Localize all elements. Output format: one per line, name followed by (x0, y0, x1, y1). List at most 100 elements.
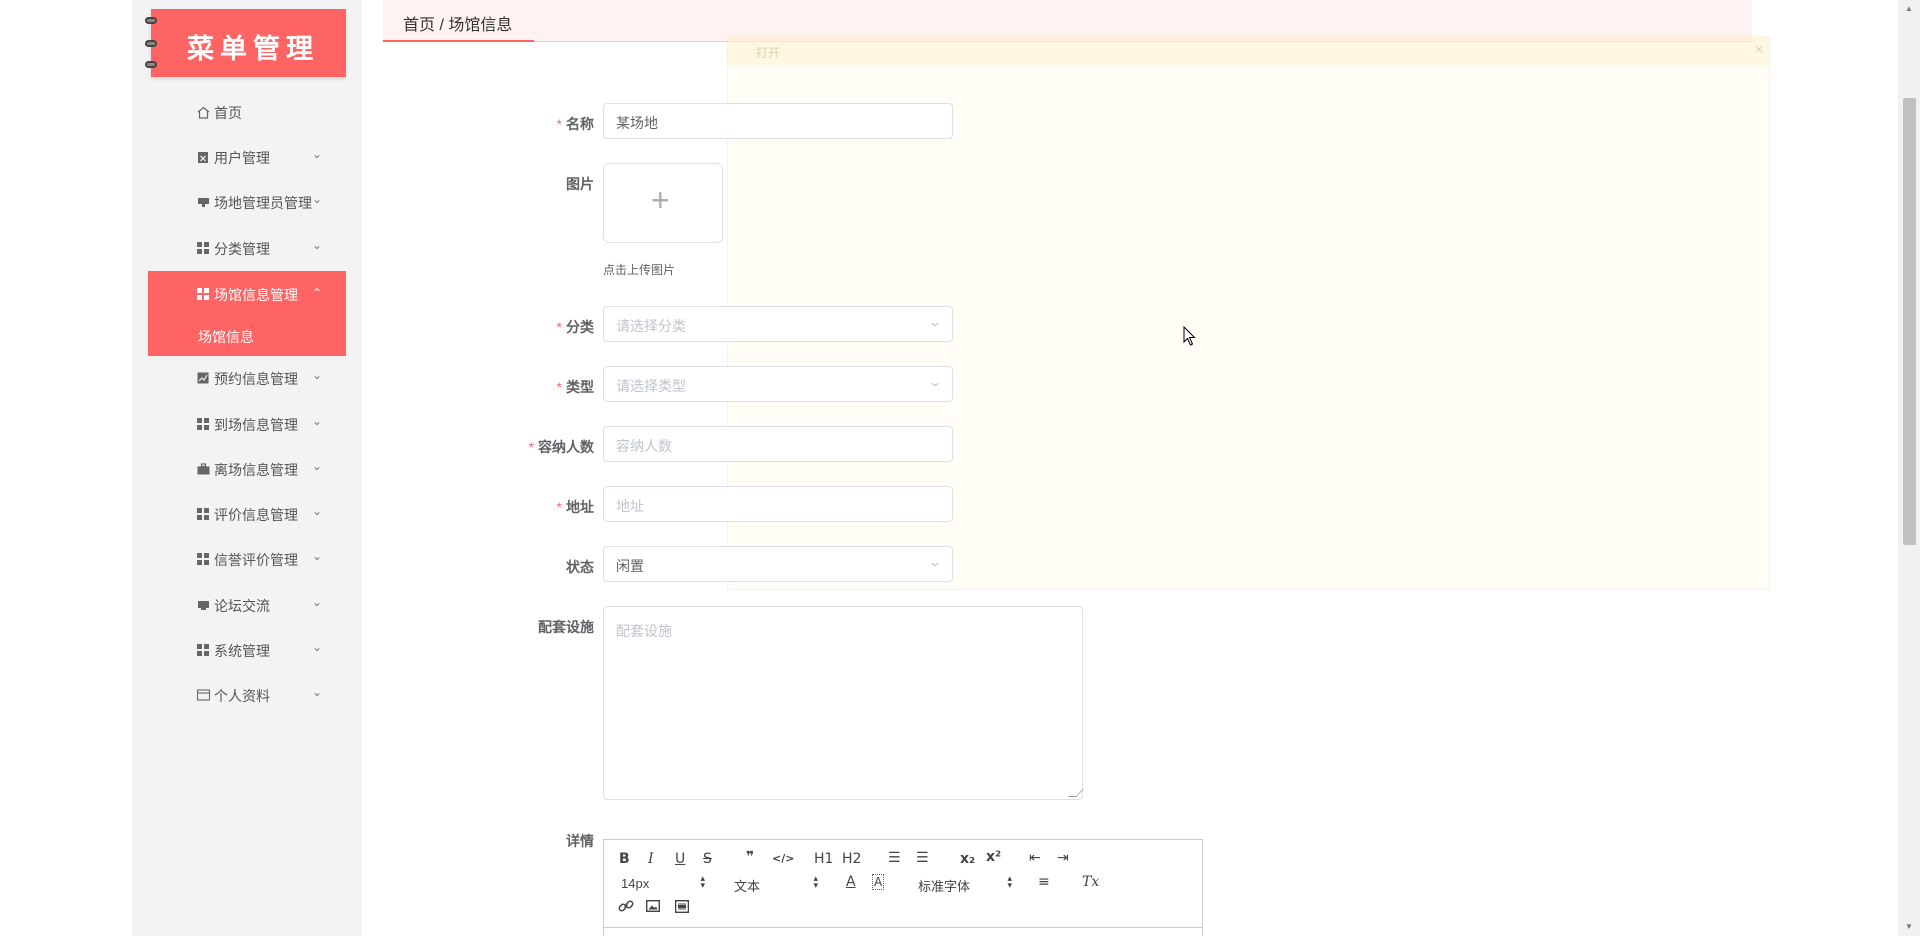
sidebar-item-venue-info[interactable]: 场馆信息管理 ⌃ (148, 271, 346, 317)
user-doc-icon (196, 150, 210, 164)
font-color-button[interactable]: A (846, 874, 856, 890)
image-upload-button[interactable]: + (603, 163, 723, 243)
type-select[interactable]: 请选择类型 ⌄ (603, 366, 953, 402)
bullet-list-button[interactable]: ☰ (916, 850, 929, 866)
home-icon (196, 105, 210, 119)
chart-icon (196, 371, 210, 385)
facilities-textarea-placeholder: 配套设施 (616, 623, 672, 639)
status-select-value: 闲置 (616, 558, 644, 574)
italic-button[interactable]: I (648, 851, 654, 867)
sidebar-item-profile[interactable]: 个人资料 ⌄ (148, 675, 346, 715)
status-select[interactable]: 闲置 ⌄ (603, 546, 953, 582)
sidebar-item-label: 评价信息管理 (214, 507, 298, 523)
facilities-textarea[interactable]: 配套设施 (603, 606, 1084, 800)
sidebar-item-reviews[interactable]: 评价信息管理 ⌄ (148, 494, 346, 534)
image-label-text: 图片 (566, 176, 594, 192)
chevron-down-icon: ⌄ (312, 459, 323, 473)
sidebar-item-departures[interactable]: 离场信息管理 ⌄ (148, 449, 346, 489)
sidebar-item-label: 到场信息管理 (214, 417, 298, 433)
binder-ring-icon (145, 17, 157, 24)
clear-format-button[interactable]: Tx (1082, 874, 1099, 890)
left-gutter (0, 0, 132, 936)
chevron-down-icon: ⌄ (927, 315, 943, 329)
required-mark: * (556, 116, 562, 132)
sidebar-item-forum[interactable]: 论坛交流 ⌄ (148, 585, 346, 625)
address-label: * 地址 (394, 497, 594, 517)
subscript-button[interactable]: x₂ (960, 851, 975, 867)
scroll-up-arrow-icon[interactable]: ▲ (1905, 4, 1913, 13)
sidebar-item-label: 用户管理 (214, 150, 270, 166)
chevron-down-icon: ⌄ (312, 368, 323, 382)
font-family-select[interactable]: 标准字体 ▴ ▾ (918, 874, 1012, 895)
category-select[interactable]: 请选择分类 ⌄ (603, 306, 953, 342)
background-color-button[interactable]: A (872, 874, 885, 890)
sidebar-item-reservations[interactable]: 预约信息管理 ⌄ (148, 358, 346, 398)
chevron-down-icon: ⌄ (927, 375, 943, 389)
capacity-input-placeholder: 容纳人数 (616, 438, 672, 454)
sidebar-subitem-venue-info[interactable]: 场馆信息 (148, 316, 346, 356)
h1-button[interactable]: H1 (814, 851, 833, 867)
superscript-button[interactable]: x² (986, 849, 1001, 865)
code-block-button[interactable]: </> (772, 852, 794, 865)
editor-toolbar: B I U S ❞ </> H1 H2 ☰ ☰ x₂ x² ⇤ ⇥ 14px ▴… (604, 840, 1202, 928)
required-mark: * (556, 379, 562, 395)
font-size-value: 14px (621, 876, 650, 891)
address-label-text: 地址 (566, 499, 594, 515)
sidebar-item-arrivals[interactable]: 到场信息管理 ⌄ (148, 404, 346, 444)
blockquote-button[interactable]: ❞ (746, 849, 754, 865)
binder-ring-icon (145, 40, 157, 47)
required-mark: * (528, 439, 534, 455)
chevron-down-icon: ⌄ (312, 192, 323, 206)
rich-text-editor[interactable]: B I U S ❞ </> H1 H2 ☰ ☰ x₂ x² ⇤ ⇥ 14px ▴… (603, 839, 1203, 936)
sidebar-item-label: 场馆信息管理 (214, 287, 298, 303)
underline-button[interactable]: U (675, 851, 685, 867)
mouse-cursor-icon (1183, 326, 1196, 346)
grid-icon (196, 241, 210, 255)
paragraph-format-select[interactable]: 文本 ▴ ▾ (734, 874, 818, 895)
font-size-select[interactable]: 14px ▴ ▾ (621, 874, 705, 892)
bold-button[interactable]: B (619, 851, 630, 867)
sidebar-item-credit-ratings[interactable]: 信誉评价管理 ⌄ (148, 539, 346, 579)
sidebar-item-home[interactable]: 首页 (148, 92, 346, 132)
facilities-label: 配套设施 (394, 617, 594, 637)
chevron-up-icon: ⌃ (312, 286, 323, 300)
category-label-text: 分类 (566, 319, 594, 335)
status-label: 状态 (394, 557, 594, 577)
sidebar-item-venue-admins[interactable]: 场地管理员管理 ⌄ (148, 182, 346, 222)
name-input[interactable]: 某场地 (603, 103, 953, 139)
chevron-down-icon: ⌄ (312, 685, 323, 699)
grid-icon (196, 552, 210, 566)
required-mark: * (556, 499, 562, 515)
capacity-label: * 容纳人数 (394, 437, 594, 457)
monitor-icon (196, 598, 210, 612)
scrollbar-thumb[interactable] (1903, 98, 1916, 545)
chevron-down-icon: ⌄ (312, 414, 323, 428)
indent-button[interactable]: ⇥ (1057, 850, 1069, 866)
link-icon[interactable] (618, 899, 634, 917)
facilities-label-text: 配套设施 (538, 619, 594, 635)
outdent-button[interactable]: ⇤ (1029, 850, 1041, 866)
upload-tip: 点击上传图片 (603, 263, 676, 277)
sidebar-item-label: 个人资料 (214, 688, 270, 704)
details-label-text: 详情 (566, 833, 594, 849)
chevron-down-icon: ⌄ (312, 238, 323, 252)
font-family-value: 标准字体 (918, 879, 971, 894)
sidebar-item-system[interactable]: 系统管理 ⌄ (148, 630, 346, 670)
status-label-text: 状态 (566, 559, 594, 575)
sidebar-item-label: 分类管理 (214, 241, 270, 257)
address-input[interactable]: 地址 (603, 486, 953, 522)
sidebar-item-users[interactable]: 用户管理 ⌄ (148, 137, 346, 177)
align-button[interactable]: ≡ (1038, 874, 1050, 890)
type-select-placeholder: 请选择类型 (616, 378, 686, 394)
strike-button[interactable]: S (703, 851, 712, 867)
capacity-input[interactable]: 容纳人数 (603, 426, 953, 462)
sidebar-item-categories[interactable]: 分类管理 ⌄ (148, 228, 346, 268)
h2-button[interactable]: H2 (842, 851, 861, 867)
scroll-down-arrow-icon[interactable]: ▼ (1905, 922, 1913, 931)
video-icon[interactable] (674, 899, 690, 917)
breadcrumb: 首页 / 场馆信息 (403, 17, 513, 34)
image-icon[interactable] (645, 899, 661, 916)
breadcrumb-underline (383, 40, 534, 42)
resize-handle-icon[interactable] (1068, 789, 1084, 797)
ordered-list-button[interactable]: ☰ (888, 850, 901, 866)
